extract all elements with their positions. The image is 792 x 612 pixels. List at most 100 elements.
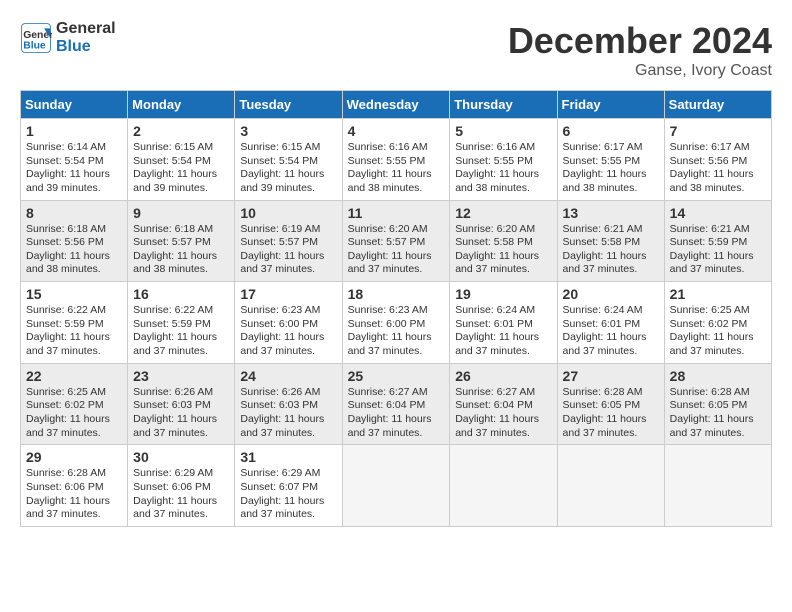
day-number: 24 <box>240 368 336 384</box>
day-number: 9 <box>133 205 229 221</box>
day-number: 26 <box>455 368 551 384</box>
calendar-day-cell: 10 Sunrise: 6:19 AMSunset: 5:57 PMDaylig… <box>235 200 342 282</box>
day-number: 17 <box>240 286 336 302</box>
logo-blue: Blue <box>56 38 116 56</box>
calendar-day-cell: 3 Sunrise: 6:15 AMSunset: 5:54 PMDayligh… <box>235 119 342 201</box>
calendar-day-cell: 11 Sunrise: 6:20 AMSunset: 5:57 PMDaylig… <box>342 200 450 282</box>
day-number: 11 <box>348 205 445 221</box>
calendar-week-row: 1 Sunrise: 6:14 AMSunset: 5:54 PMDayligh… <box>21 119 772 201</box>
calendar-day-cell <box>342 445 450 527</box>
calendar-day-cell: 4 Sunrise: 6:16 AMSunset: 5:55 PMDayligh… <box>342 119 450 201</box>
day-number: 18 <box>348 286 445 302</box>
day-number: 28 <box>670 368 766 384</box>
day-info: Sunrise: 6:21 AMSunset: 5:58 PMDaylight:… <box>563 223 647 276</box>
day-number: 1 <box>26 123 122 139</box>
calendar-day-cell <box>450 445 557 527</box>
day-info: Sunrise: 6:14 AMSunset: 5:54 PMDaylight:… <box>26 141 110 194</box>
day-number: 12 <box>455 205 551 221</box>
day-info: Sunrise: 6:17 AMSunset: 5:56 PMDaylight:… <box>670 141 754 194</box>
col-friday: Friday <box>557 91 664 119</box>
day-info: Sunrise: 6:28 AMSunset: 6:06 PMDaylight:… <box>26 467 110 520</box>
day-info: Sunrise: 6:29 AMSunset: 6:07 PMDaylight:… <box>240 467 324 520</box>
calendar-day-cell: 16 Sunrise: 6:22 AMSunset: 5:59 PMDaylig… <box>128 282 235 364</box>
calendar-day-cell: 21 Sunrise: 6:25 AMSunset: 6:02 PMDaylig… <box>664 282 771 364</box>
logo-icon: General Blue <box>20 22 52 54</box>
calendar-header-row: Sunday Monday Tuesday Wednesday Thursday… <box>21 91 772 119</box>
calendar-day-cell: 28 Sunrise: 6:28 AMSunset: 6:05 PMDaylig… <box>664 363 771 445</box>
calendar-title: December 2024 <box>508 20 772 62</box>
calendar-day-cell: 2 Sunrise: 6:15 AMSunset: 5:54 PMDayligh… <box>128 119 235 201</box>
day-number: 6 <box>563 123 659 139</box>
day-number: 4 <box>348 123 445 139</box>
day-info: Sunrise: 6:19 AMSunset: 5:57 PMDaylight:… <box>240 223 324 276</box>
col-wednesday: Wednesday <box>342 91 450 119</box>
calendar-week-row: 29 Sunrise: 6:28 AMSunset: 6:06 PMDaylig… <box>21 445 772 527</box>
col-thursday: Thursday <box>450 91 557 119</box>
calendar-day-cell: 26 Sunrise: 6:27 AMSunset: 6:04 PMDaylig… <box>450 363 557 445</box>
calendar-day-cell: 8 Sunrise: 6:18 AMSunset: 5:56 PMDayligh… <box>21 200 128 282</box>
calendar-day-cell: 20 Sunrise: 6:24 AMSunset: 6:01 PMDaylig… <box>557 282 664 364</box>
calendar-day-cell: 30 Sunrise: 6:29 AMSunset: 6:06 PMDaylig… <box>128 445 235 527</box>
calendar-subtitle: Ganse, Ivory Coast <box>508 62 772 80</box>
calendar-day-cell: 25 Sunrise: 6:27 AMSunset: 6:04 PMDaylig… <box>342 363 450 445</box>
calendar-day-cell: 7 Sunrise: 6:17 AMSunset: 5:56 PMDayligh… <box>664 119 771 201</box>
calendar-day-cell: 18 Sunrise: 6:23 AMSunset: 6:00 PMDaylig… <box>342 282 450 364</box>
day-info: Sunrise: 6:21 AMSunset: 5:59 PMDaylight:… <box>670 223 754 276</box>
day-number: 10 <box>240 205 336 221</box>
calendar-day-cell: 15 Sunrise: 6:22 AMSunset: 5:59 PMDaylig… <box>21 282 128 364</box>
calendar-day-cell: 9 Sunrise: 6:18 AMSunset: 5:57 PMDayligh… <box>128 200 235 282</box>
day-info: Sunrise: 6:15 AMSunset: 5:54 PMDaylight:… <box>133 141 217 194</box>
day-number: 19 <box>455 286 551 302</box>
day-info: Sunrise: 6:25 AMSunset: 6:02 PMDaylight:… <box>26 386 110 439</box>
day-info: Sunrise: 6:28 AMSunset: 6:05 PMDaylight:… <box>563 386 647 439</box>
day-info: Sunrise: 6:26 AMSunset: 6:03 PMDaylight:… <box>240 386 324 439</box>
col-sunday: Sunday <box>21 91 128 119</box>
calendar-day-cell: 23 Sunrise: 6:26 AMSunset: 6:03 PMDaylig… <box>128 363 235 445</box>
day-info: Sunrise: 6:29 AMSunset: 6:06 PMDaylight:… <box>133 467 217 520</box>
calendar-day-cell: 14 Sunrise: 6:21 AMSunset: 5:59 PMDaylig… <box>664 200 771 282</box>
day-number: 27 <box>563 368 659 384</box>
day-number: 5 <box>455 123 551 139</box>
calendar-week-row: 15 Sunrise: 6:22 AMSunset: 5:59 PMDaylig… <box>21 282 772 364</box>
day-number: 25 <box>348 368 445 384</box>
calendar-day-cell: 5 Sunrise: 6:16 AMSunset: 5:55 PMDayligh… <box>450 119 557 201</box>
calendar-day-cell: 22 Sunrise: 6:25 AMSunset: 6:02 PMDaylig… <box>21 363 128 445</box>
day-info: Sunrise: 6:23 AMSunset: 6:00 PMDaylight:… <box>348 304 432 357</box>
day-number: 22 <box>26 368 122 384</box>
calendar-day-cell: 31 Sunrise: 6:29 AMSunset: 6:07 PMDaylig… <box>235 445 342 527</box>
day-info: Sunrise: 6:27 AMSunset: 6:04 PMDaylight:… <box>455 386 539 439</box>
logo: General Blue General Blue <box>20 20 116 55</box>
calendar-day-cell <box>557 445 664 527</box>
day-number: 14 <box>670 205 766 221</box>
calendar-day-cell: 29 Sunrise: 6:28 AMSunset: 6:06 PMDaylig… <box>21 445 128 527</box>
day-number: 16 <box>133 286 229 302</box>
day-info: Sunrise: 6:24 AMSunset: 6:01 PMDaylight:… <box>563 304 647 357</box>
day-info: Sunrise: 6:28 AMSunset: 6:05 PMDaylight:… <box>670 386 754 439</box>
day-info: Sunrise: 6:22 AMSunset: 5:59 PMDaylight:… <box>26 304 110 357</box>
calendar-day-cell <box>664 445 771 527</box>
day-number: 21 <box>670 286 766 302</box>
svg-text:Blue: Blue <box>23 40 46 51</box>
page-header: General Blue General Blue December 2024 … <box>20 20 772 80</box>
day-number: 30 <box>133 449 229 465</box>
calendar-day-cell: 13 Sunrise: 6:21 AMSunset: 5:58 PMDaylig… <box>557 200 664 282</box>
title-area: December 2024 Ganse, Ivory Coast <box>508 20 772 80</box>
day-number: 2 <box>133 123 229 139</box>
day-info: Sunrise: 6:16 AMSunset: 5:55 PMDaylight:… <box>455 141 539 194</box>
day-number: 31 <box>240 449 336 465</box>
day-info: Sunrise: 6:17 AMSunset: 5:55 PMDaylight:… <box>563 141 647 194</box>
calendar-week-row: 22 Sunrise: 6:25 AMSunset: 6:02 PMDaylig… <box>21 363 772 445</box>
calendar-day-cell: 12 Sunrise: 6:20 AMSunset: 5:58 PMDaylig… <box>450 200 557 282</box>
day-number: 15 <box>26 286 122 302</box>
day-info: Sunrise: 6:18 AMSunset: 5:56 PMDaylight:… <box>26 223 110 276</box>
day-info: Sunrise: 6:16 AMSunset: 5:55 PMDaylight:… <box>348 141 432 194</box>
day-info: Sunrise: 6:25 AMSunset: 6:02 PMDaylight:… <box>670 304 754 357</box>
calendar-day-cell: 17 Sunrise: 6:23 AMSunset: 6:00 PMDaylig… <box>235 282 342 364</box>
calendar-day-cell: 27 Sunrise: 6:28 AMSunset: 6:05 PMDaylig… <box>557 363 664 445</box>
calendar-table: Sunday Monday Tuesday Wednesday Thursday… <box>20 90 772 527</box>
day-info: Sunrise: 6:27 AMSunset: 6:04 PMDaylight:… <box>348 386 432 439</box>
day-number: 8 <box>26 205 122 221</box>
calendar-week-row: 8 Sunrise: 6:18 AMSunset: 5:56 PMDayligh… <box>21 200 772 282</box>
day-info: Sunrise: 6:15 AMSunset: 5:54 PMDaylight:… <box>240 141 324 194</box>
col-saturday: Saturday <box>664 91 771 119</box>
